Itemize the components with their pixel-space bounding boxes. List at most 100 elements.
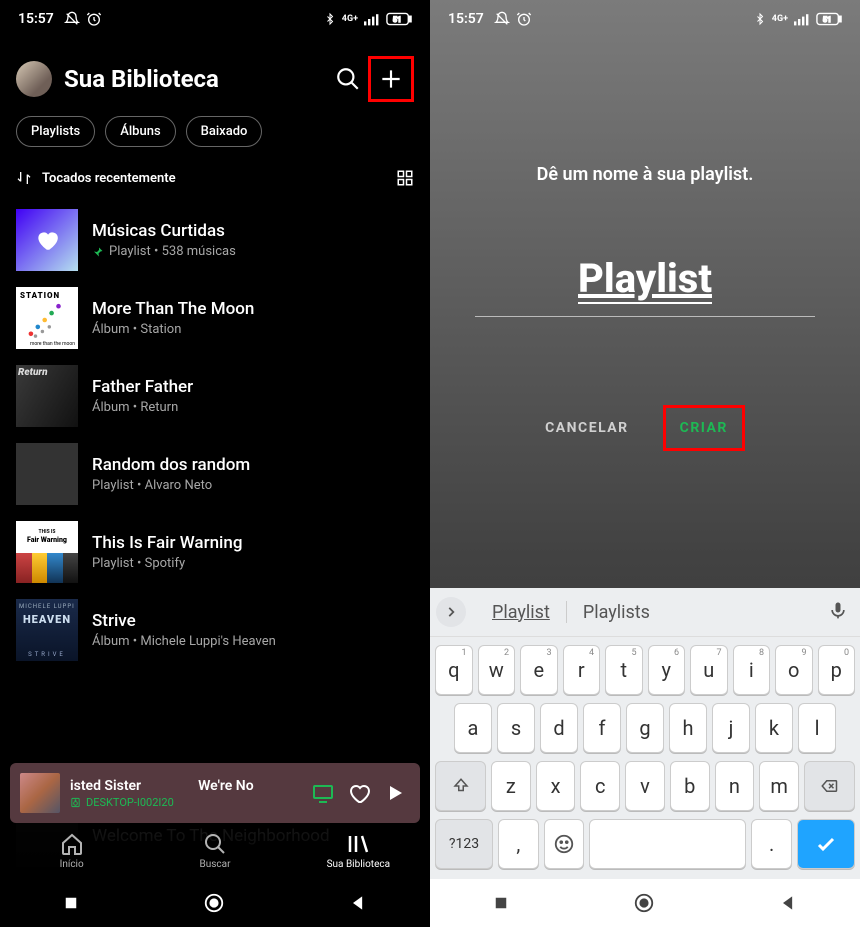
cancel-button[interactable]: CANCELAR (545, 420, 629, 436)
tab-search[interactable]: Buscar (143, 823, 286, 879)
search-icon (335, 66, 361, 92)
symbols-key[interactable]: ?123 (435, 819, 493, 869)
collapse-suggestions-button[interactable] (436, 597, 466, 627)
key-r[interactable]: r4 (563, 645, 601, 695)
status-left-icons (64, 11, 102, 27)
key-x[interactable]: x (536, 761, 576, 811)
emoji-key[interactable] (544, 819, 585, 869)
bluetooth-icon (324, 11, 336, 27)
search-button[interactable] (334, 65, 362, 93)
key-k[interactable]: k (755, 703, 793, 753)
key-d[interactable]: d (540, 703, 578, 753)
devices-button[interactable] (308, 778, 338, 808)
key-t[interactable]: t5 (605, 645, 643, 695)
library-icon (346, 832, 370, 856)
backspace-key[interactable] (804, 761, 855, 811)
check-icon (814, 832, 838, 856)
create-button[interactable]: CRIAR (663, 405, 745, 451)
suggestion-row: Playlist Playlists (430, 588, 860, 637)
dialog-prompt: Dê um nome à sua playlist. (430, 164, 860, 185)
list-item[interactable]: Random dos random Playlist • Alvaro Neto (0, 435, 430, 513)
key-y[interactable]: y6 (648, 645, 686, 695)
key-n[interactable]: n (715, 761, 755, 811)
playlist-name-input[interactable]: Playlist (578, 255, 712, 304)
screen-library: 15:57 4G+ 51 Sua Biblioteca Playlists Ál… (0, 0, 430, 927)
status-right-icons: 4G+ 51 (324, 11, 412, 27)
alarm-icon (86, 11, 102, 27)
chip-albums[interactable]: Álbuns (105, 116, 175, 147)
key-w[interactable]: w2 (478, 645, 516, 695)
shift-icon (452, 777, 470, 795)
list-item[interactable]: MICHELE LUPPI HEAVEN STRIVE Strive Álbum… (0, 591, 430, 669)
chevron-right-icon (444, 605, 458, 619)
back-button[interactable] (348, 893, 368, 913)
item-subtitle: Playlist • Alvaro Neto (92, 478, 250, 493)
tab-library[interactable]: Sua Biblioteca (287, 823, 430, 879)
comma-key[interactable]: , (498, 819, 539, 869)
chip-playlists[interactable]: Playlists (16, 116, 95, 147)
key-h[interactable]: h (669, 703, 707, 753)
shift-key[interactable] (435, 761, 486, 811)
key-q[interactable]: q1 (435, 645, 473, 695)
sort-label: Tocados recentemente (42, 171, 176, 186)
item-title: Strive (92, 611, 276, 631)
period-key[interactable]: . (751, 819, 792, 869)
now-playing-title: isted Sister We're No (70, 778, 302, 794)
avatar[interactable] (16, 61, 52, 97)
item-title: Random dos random (92, 455, 250, 475)
key-m[interactable]: m (759, 761, 799, 811)
home-button[interactable] (203, 892, 225, 914)
key-a[interactable]: a (454, 703, 492, 753)
sort-row[interactable]: Tocados recentemente (0, 163, 430, 201)
speaker-icon (70, 797, 81, 808)
key-p[interactable]: p0 (818, 645, 856, 695)
space-key[interactable] (589, 819, 746, 869)
svg-text:51: 51 (393, 15, 402, 24)
voice-input-button[interactable] (828, 600, 848, 624)
key-b[interactable]: b (670, 761, 710, 811)
recent-apps-button[interactable] (492, 894, 510, 912)
bottom-tabs: Início Buscar Sua Biblioteca (0, 823, 430, 879)
key-j[interactable]: j (712, 703, 750, 753)
enter-key[interactable] (797, 819, 855, 869)
screen-create-playlist: 15:57 4G+ 51 Dê um nome à sua playlist. … (430, 0, 860, 927)
tab-home[interactable]: Início (0, 823, 143, 879)
now-playing-bar[interactable]: isted Sister We're No DESKTOP-I002I20 (10, 763, 420, 823)
key-l[interactable]: l (798, 703, 836, 753)
suggestion[interactable]: Playlist (476, 602, 566, 623)
battery-icon: 51 (816, 12, 842, 26)
network-4g-icon: 4G+ (772, 14, 788, 24)
key-z[interactable]: z (491, 761, 531, 811)
signal-icon (794, 12, 810, 26)
key-g[interactable]: g (626, 703, 664, 753)
list-item[interactable]: Músicas Curtidas Playlist • 538 músicas (0, 201, 430, 279)
suggestion[interactable]: Playlists (567, 602, 666, 623)
key-o[interactable]: o9 (775, 645, 813, 695)
add-button[interactable] (368, 56, 414, 102)
network-4g-icon: 4G+ (342, 14, 358, 24)
list-item[interactable]: STATION more than the moon More Than The… (0, 279, 430, 357)
key-c[interactable]: c (580, 761, 620, 811)
key-s[interactable]: s (497, 703, 535, 753)
back-button[interactable] (778, 893, 798, 913)
home-button[interactable] (633, 892, 655, 914)
signal-icon (364, 12, 380, 26)
battery-icon: 51 (386, 12, 412, 26)
status-right-icons: 4G+ 51 (754, 11, 842, 27)
grid-view-icon[interactable] (396, 169, 414, 187)
recent-apps-button[interactable] (62, 894, 80, 912)
list-item[interactable]: THIS IS Fair Warning This Is Fair Warnin… (0, 513, 430, 591)
key-i[interactable]: i8 (733, 645, 771, 695)
key-f[interactable]: f (583, 703, 621, 753)
now-playing-art (20, 773, 60, 813)
like-button[interactable] (344, 778, 374, 808)
list-item[interactable]: Return Father Father Álbum • Return (0, 357, 430, 435)
key-u[interactable]: u7 (690, 645, 728, 695)
system-nav-bar (0, 879, 430, 927)
heart-icon (34, 227, 60, 253)
chip-downloaded[interactable]: Baixado (186, 116, 263, 147)
play-button[interactable] (380, 778, 410, 808)
key-e[interactable]: e3 (520, 645, 558, 695)
key-v[interactable]: v (625, 761, 665, 811)
item-subtitle: Álbum • Michele Luppi's Heaven (92, 634, 276, 649)
